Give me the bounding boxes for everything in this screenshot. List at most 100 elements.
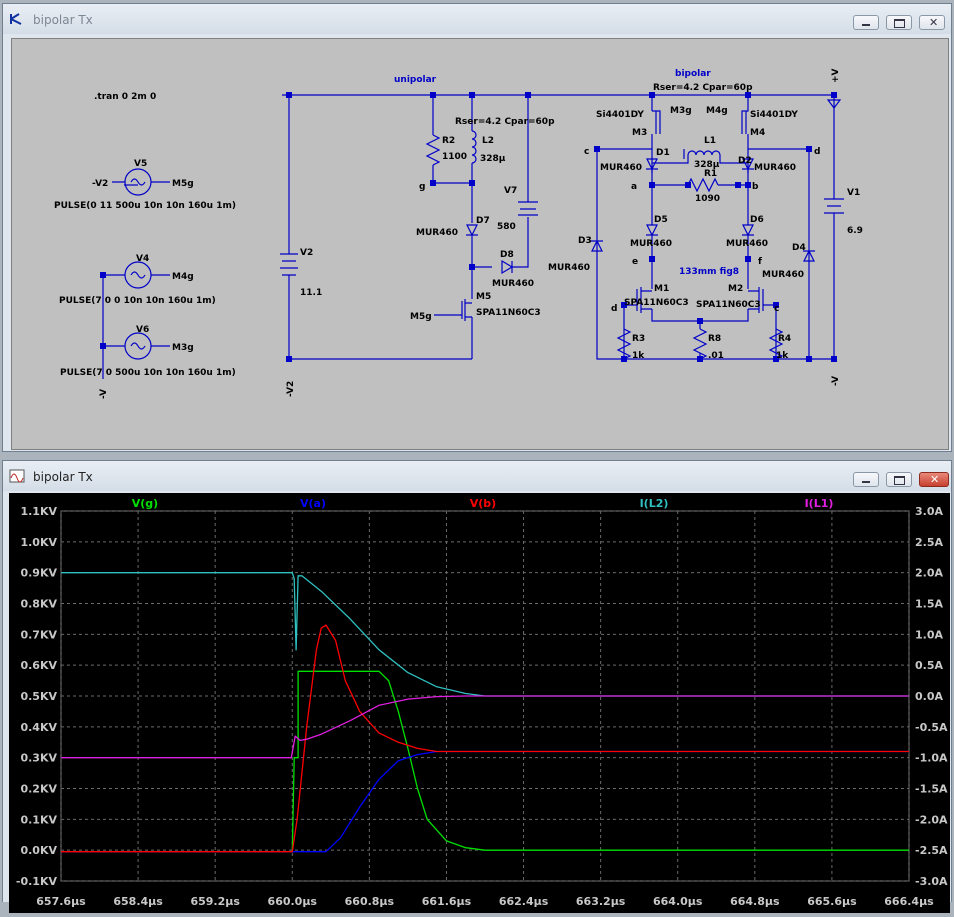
waveform-app-icon	[9, 469, 25, 483]
m1-name: M1	[654, 284, 669, 294]
left-tick-label: 1.1KV	[20, 505, 57, 518]
trace-label: V(b)	[470, 497, 496, 510]
left-tick-label: 0.1KV	[20, 813, 57, 826]
v2-name: V2	[300, 248, 313, 258]
left-tick-label: 1.0KV	[20, 536, 57, 549]
v2-value: 11.1	[300, 288, 322, 298]
unipolar-label: unipolar	[394, 75, 437, 85]
d1-name: D1	[656, 148, 670, 158]
trace-label: V(a)	[300, 497, 326, 510]
close-button[interactable]: ✕	[919, 15, 945, 30]
node-a: a	[631, 182, 637, 192]
right-tick-label: 2.0A	[915, 567, 943, 580]
left-tick-label: 0.4KV	[20, 721, 57, 734]
waveform-chart: 657.6µs 658.4µs 659.2µs 660.0µs 660.8µs 661.6…	[16, 497, 948, 908]
left-tick-label: 0.7KV	[20, 628, 57, 641]
trace-label: I(L2)	[640, 497, 669, 510]
v6-right-net: M3g	[172, 343, 194, 353]
schematic-window: bipolar Tx ✕ .tran 0 2m 0 V5 -V2 M5g PUL…	[2, 3, 952, 452]
m4-model: Si4401DY	[750, 110, 798, 120]
d2-name: D2	[738, 156, 752, 166]
series-line	[61, 750, 909, 853]
r1-name: R1	[704, 169, 717, 179]
right-tick-label: 0.5A	[915, 659, 943, 672]
right-tick-label: 2.5A	[915, 536, 943, 549]
d3-model: MUR460	[548, 263, 590, 273]
d4-model: MUR460	[762, 270, 804, 280]
right-tick-label: -1.0A	[915, 752, 948, 765]
left-tick-label: 0.6KV	[20, 659, 57, 672]
d7-name: D7	[476, 216, 490, 226]
node-c-bottom: c	[774, 304, 779, 314]
d1-model: MUR460	[600, 163, 642, 173]
bipolar-rser: Rser=4.2 Cpar=60p	[653, 83, 753, 93]
waveform-close-button[interactable]: ✕	[919, 472, 949, 487]
left-tick-label: 0.5KV	[20, 690, 57, 703]
m5-gate: M5g	[410, 312, 432, 322]
waveform-titlebar[interactable]: bipolar Tx ✕	[3, 461, 951, 491]
v5-right-net: M5g	[172, 179, 194, 189]
r8-value: .01	[708, 351, 724, 361]
v5-left-net: -V2	[92, 179, 108, 189]
v1-name: V1	[847, 188, 860, 198]
l2-rser: Rser=4.2 Cpar=60p	[455, 117, 555, 127]
v7-value: 580	[497, 222, 516, 232]
v5-name: V5	[134, 159, 147, 169]
m4-gate: M4g	[706, 106, 728, 116]
trace-label: I(L1)	[805, 497, 834, 510]
right-tick-label: -0.5A	[915, 721, 948, 734]
node-d-bottom: d	[611, 304, 617, 314]
waveform-window-title: bipolar Tx	[33, 470, 93, 484]
node-c-top: c	[584, 147, 589, 157]
right-tick-label: -2.5A	[915, 844, 948, 857]
m3-model: Si4401DY	[596, 110, 644, 120]
minimize-button[interactable]	[853, 15, 879, 30]
right-tick-label: 1.0A	[915, 628, 943, 641]
right-tick-label: -1.5A	[915, 783, 948, 796]
m1-model: SPA11N60C3	[624, 298, 689, 308]
node-d-top: d	[814, 147, 820, 157]
m5-model: SPA11N60C3	[476, 308, 541, 318]
plus-v-label: +V	[831, 68, 841, 83]
right-tick-label: 0.0A	[915, 690, 943, 703]
right-tick-label: 3.0A	[915, 505, 943, 518]
m2-name: M2	[728, 284, 743, 294]
waveform-maximize-button[interactable]	[886, 472, 912, 487]
waveform-minimize-button[interactable]	[853, 472, 879, 487]
r2-value: 1100	[442, 152, 467, 162]
m2-model: SPA11N60C3	[696, 300, 761, 310]
l2-name: L2	[482, 136, 494, 146]
r2-name: R2	[442, 136, 455, 146]
v4-name: V4	[136, 254, 149, 264]
waveform-window: bipolar Tx ✕ 657.6µs 658.4µs 659.2µs 660.0µ…	[2, 460, 952, 913]
d5-name: D5	[654, 215, 668, 225]
schematic-app-icon	[10, 13, 22, 25]
v6-name: V6	[136, 325, 149, 335]
node-b: b	[752, 182, 759, 192]
v4-right-net: M4g	[172, 272, 194, 282]
left-rail-label: -V	[99, 389, 109, 399]
d3-name: D3	[578, 236, 592, 246]
d6-name: D6	[750, 215, 764, 225]
schematic-canvas[interactable]: .tran 0 2m 0 V5 -V2 M5g PULSE(0 11 500u …	[11, 38, 949, 450]
left-tick-label: 0.0KV	[20, 844, 57, 857]
tran-directive: .tran 0 2m 0	[94, 92, 156, 102]
v7-name: V7	[504, 186, 517, 196]
r3-value: 1k	[632, 351, 645, 361]
d6-model: MUR460	[726, 239, 768, 249]
maximize-button[interactable]	[886, 15, 912, 30]
r3-name: R3	[632, 334, 645, 344]
waveform-plot[interactable]: 657.6µs 658.4µs 659.2µs 660.0µs 660.8µs 661.6…	[9, 493, 950, 913]
schematic-svg: .tran 0 2m 0 V5 -V2 M5g PULSE(0 11 500u …	[54, 68, 863, 399]
node-e: e	[632, 257, 638, 267]
l2-value: 328µ	[480, 154, 506, 164]
schematic-titlebar[interactable]: bipolar Tx ✕	[3, 4, 951, 34]
d8-model: MUR460	[492, 279, 534, 289]
wires	[102, 94, 844, 379]
v1-value: 6.9	[847, 226, 863, 236]
l1-name: L1	[704, 136, 716, 146]
left-tick-label: 0.3KV	[20, 752, 57, 765]
d7-model: MUR460	[416, 228, 458, 238]
right-tick-label: 1.5A	[915, 598, 943, 611]
left-tick-label: 0.2KV	[20, 783, 57, 796]
